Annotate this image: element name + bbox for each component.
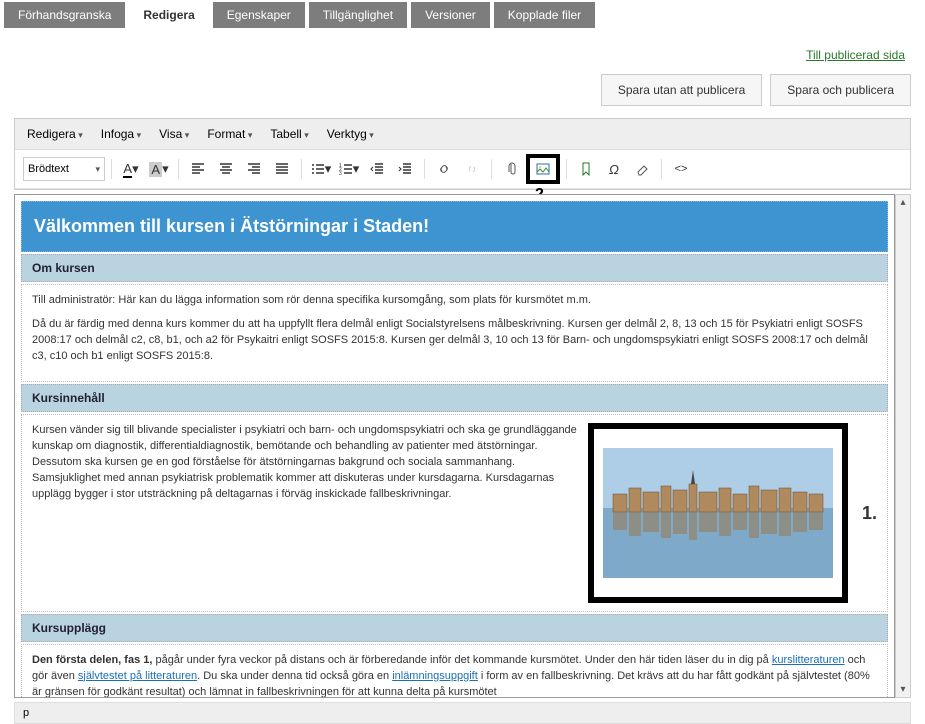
innehall-text: Kursen vänder sig till blivande speciali… [32,423,580,603]
scroll-down-icon[interactable]: ▾ [900,684,905,695]
section-body-omkursen[interactable]: Till administratör: Här kan du lägga inf… [21,284,888,382]
menu-format[interactable]: Format [207,127,252,141]
skyline-image [603,448,833,578]
element-path[interactable]: p [23,707,29,719]
text-color-button[interactable]: A▾ [118,157,144,181]
special-char-icon[interactable]: Ω [601,157,627,181]
link-icon[interactable] [431,157,457,181]
svg-text:3: 3 [339,171,342,176]
inserted-image-box[interactable] [588,423,848,603]
editor-menubar: Redigera Infoga Visa Format Tabell Verkt… [15,119,910,150]
toolbar-separator [301,159,302,179]
toolbar-separator [566,159,567,179]
editor-statusbar: p [14,702,911,724]
tab-versions[interactable]: Versioner [411,2,490,28]
align-justify-icon[interactable] [269,157,295,181]
save-and-publish-button[interactable]: Spara och publicera [770,74,911,106]
link-sjalvtestet[interactable]: självtestet på litteraturen [78,670,197,682]
banner-title[interactable]: Välkommen till kursen i Ätstörningar i S… [21,201,888,252]
link-kurslitteraturen[interactable]: kurslitteraturen [772,654,845,666]
toolbar-separator [491,159,492,179]
innehall-p: Kursen vänder sig till blivande speciali… [32,423,580,503]
menu-view[interactable]: Visa [159,127,189,141]
callout-1: 1. [862,500,877,526]
omkursen-p1: Till administratör: Här kan du lägga inf… [32,293,877,309]
vertical-scrollbar[interactable]: ▴ ▾ [895,194,911,698]
toolbar-separator [424,159,425,179]
menu-table[interactable]: Tabell [270,127,308,141]
toolbar-separator [178,159,179,179]
bookmark-icon[interactable] [573,157,599,181]
menu-edit[interactable]: Redigera [27,127,83,141]
menu-tools[interactable]: Verktyg [327,127,374,141]
section-body-innehall[interactable]: Kursen vänder sig till blivande speciali… [21,414,888,612]
section-body-upplagg[interactable]: Den första delen, fas 1, pågår under fyr… [21,644,888,698]
tab-linkedfiles[interactable]: Kopplade filer [494,2,595,28]
published-link-row: Till publicerad sida [0,30,925,66]
section-head-innehall[interactable]: Kursinnehåll [21,384,888,412]
tab-preview[interactable]: Förhandsgranska [4,2,125,28]
editor-chrome: Redigera Infoga Visa Format Tabell Verkt… [14,118,911,190]
omkursen-p2: Då du är färdig med denna kurs kommer du… [32,317,877,365]
source-code-icon[interactable]: <> [668,157,694,181]
tab-properties[interactable]: Egenskaper [213,2,305,28]
block-format-select[interactable]: Brödtext [23,157,105,181]
section-head-omkursen[interactable]: Om kursen [21,254,888,282]
published-page-link[interactable]: Till publicerad sida [806,48,905,62]
scroll-up-icon[interactable]: ▴ [900,197,905,208]
eraser-icon[interactable] [629,157,655,181]
align-right-icon[interactable] [241,157,267,181]
block-format-label: Brödtext [28,163,69,175]
background-color-button[interactable]: A▾ [146,157,172,181]
section-head-upplagg[interactable]: Kursupplägg [21,614,888,642]
menu-insert[interactable]: Infoga [101,127,141,141]
insert-image-icon[interactable] [526,154,560,184]
outdent-icon[interactable] [364,157,390,181]
attachment-icon[interactable] [498,157,524,181]
link-inlamningsuppgift[interactable]: inlämningsuppgift [392,670,478,682]
align-left-icon[interactable] [185,157,211,181]
toolbar-separator [111,159,112,179]
upplagg-p1b: pågår under fyra veckor på distans och ä… [152,654,771,666]
editor-content-area[interactable]: Välkommen till kursen i Ätstörningar i S… [14,194,895,698]
tab-accessibility[interactable]: Tillgänglighet [309,2,407,28]
upplagg-p1-bold: Den första delen, fas 1, [32,654,152,666]
top-tabs: Förhandsgranska Redigera Egenskaper Till… [0,0,925,30]
upplagg-p1d: . Du ska under denna tid också göra en [197,670,392,682]
editor-toolbar: Brödtext A▾ A▾ ▾ 123▾ Ω <> 2. [15,150,910,189]
tab-edit[interactable]: Redigera [129,2,208,28]
numbered-list-icon[interactable]: 123▾ [336,157,362,181]
align-center-icon[interactable] [213,157,239,181]
save-without-publish-button[interactable]: Spara utan att publicera [601,74,762,106]
indent-icon[interactable] [392,157,418,181]
bullet-list-icon[interactable]: ▾ [308,157,334,181]
toolbar-separator [661,159,662,179]
actions-row: Spara utan att publicera Spara och publi… [0,66,925,118]
unlink-icon[interactable] [459,157,485,181]
upplagg-p1: Den första delen, fas 1, pågår under fyr… [32,653,877,698]
